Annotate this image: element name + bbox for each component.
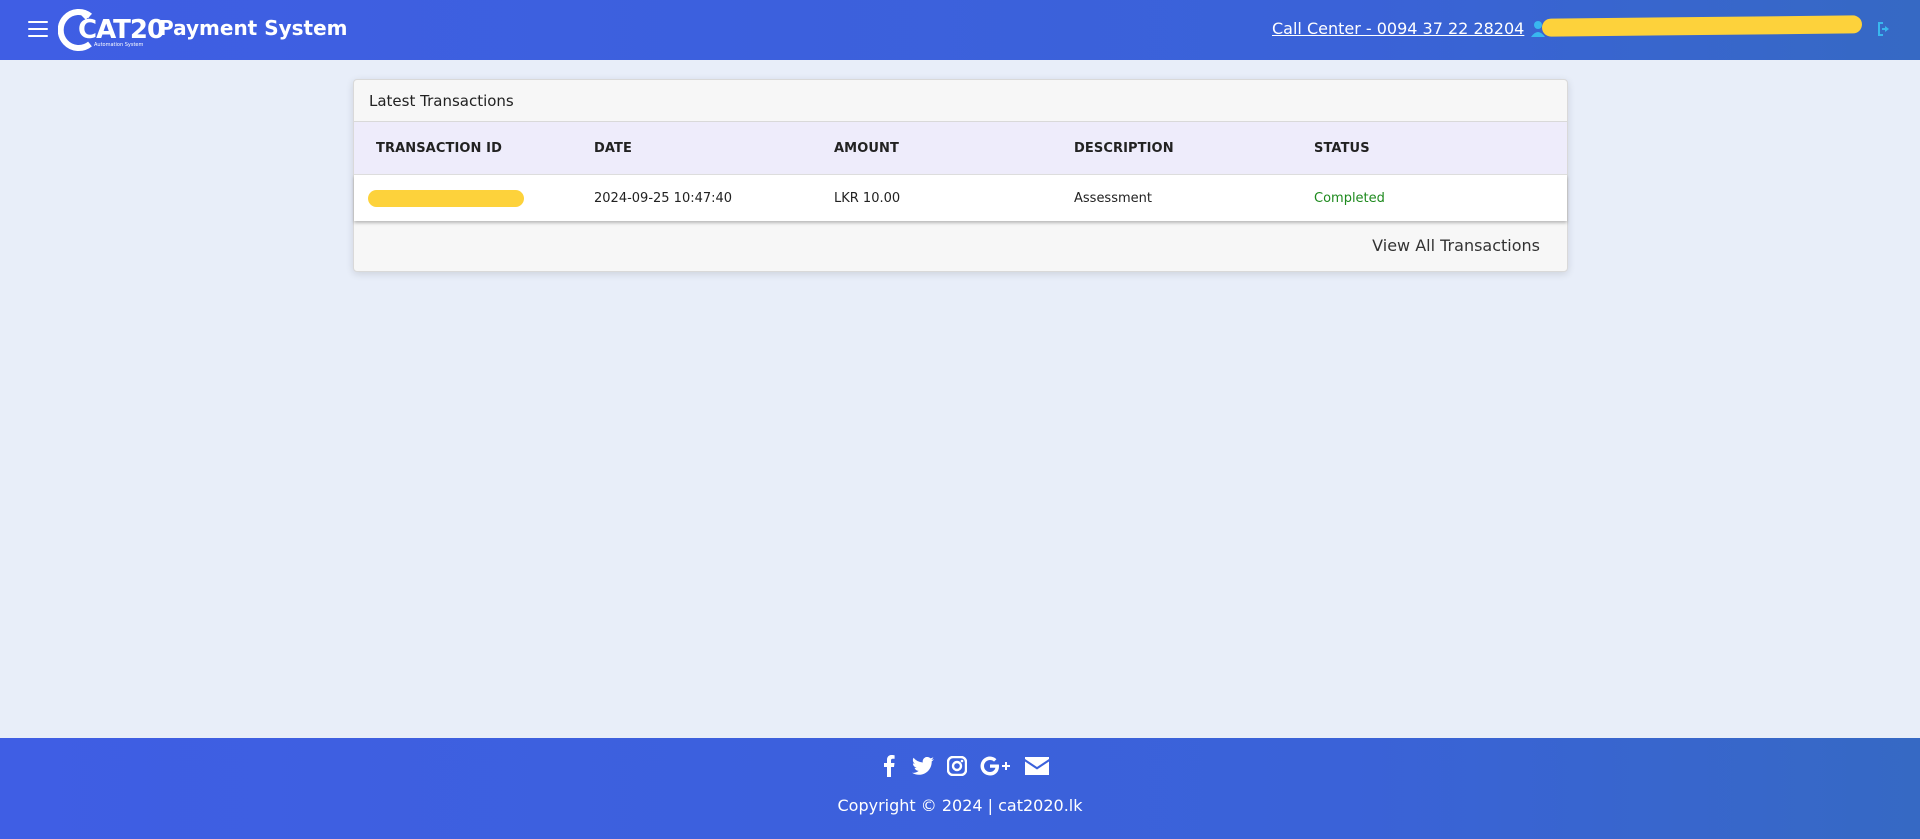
logo-text: CAT20: [78, 15, 165, 45]
view-all-transactions-link[interactable]: View All Transactions: [1372, 236, 1540, 255]
table-header: TRANSACTION ID DATE AMOUNT DESCRIPTION S…: [354, 122, 1567, 175]
hamburger-menu-icon[interactable]: [28, 21, 48, 37]
page-footer: Copyright © 2024 | cat2020.lk: [0, 738, 1920, 839]
column-header-description: DESCRIPTION: [1074, 140, 1174, 156]
twitter-icon[interactable]: [912, 755, 934, 777]
column-header-status: STATUS: [1314, 140, 1370, 156]
cat20-logo[interactable]: CAT20 Automation System: [58, 8, 165, 52]
table-row[interactable]: 2024-09-25 10:47:40 LKR 10.00 Assessment…: [354, 175, 1567, 221]
transactions-table: TRANSACTION ID DATE AMOUNT DESCRIPTION S…: [354, 122, 1567, 221]
latest-transactions-card: Latest Transactions TRANSACTION ID DATE …: [353, 79, 1568, 272]
transaction-id-cell: [354, 189, 594, 207]
call-center-link[interactable]: Call Center - 0094 37 22 28204: [1272, 19, 1524, 38]
column-header-amount: AMOUNT: [834, 140, 899, 156]
amount-cell: LKR 10.00: [834, 190, 901, 206]
logo-subtitle: Automation System: [94, 42, 144, 48]
instagram-icon[interactable]: [946, 755, 968, 777]
email-icon[interactable]: [1024, 755, 1050, 777]
social-links: [878, 755, 1050, 777]
card-footer: View All Transactions: [354, 221, 1567, 271]
redacted-user-info: [1541, 15, 1863, 37]
app-title: Payment System: [159, 16, 348, 40]
column-header-transaction-id: TRANSACTION ID: [376, 140, 502, 156]
date-cell: 2024-09-25 10:47:40: [594, 190, 733, 206]
logout-icon[interactable]: [1876, 21, 1894, 37]
redacted-transaction-id: [368, 189, 524, 207]
top-navbar: CAT20 Automation System Payment System C…: [0, 0, 1920, 60]
google-plus-icon[interactable]: [980, 755, 1012, 777]
description-cell: Assessment: [1074, 190, 1152, 206]
facebook-icon[interactable]: [878, 755, 900, 777]
column-header-date: DATE: [594, 140, 632, 156]
status-cell: Completed: [1314, 190, 1385, 206]
copyright-text: Copyright © 2024 | cat2020.lk: [837, 796, 1083, 815]
card-title: Latest Transactions: [354, 80, 1567, 122]
